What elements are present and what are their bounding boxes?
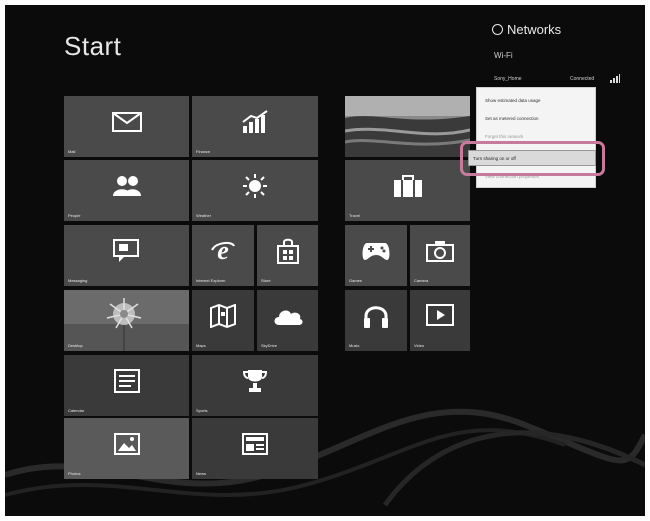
- tile-games[interactable]: Games: [345, 225, 407, 286]
- tile-desktop[interactable]: Desktop: [64, 290, 189, 351]
- tile-music[interactable]: Music: [345, 290, 407, 351]
- camera-icon: [426, 240, 454, 262]
- calendar-icon: [113, 368, 140, 393]
- tile-label: Internet Explorer: [196, 278, 226, 283]
- menu-item-show-data-usage[interactable]: Show estimated data usage: [485, 98, 541, 108]
- tile-photo-landscape[interactable]: [345, 96, 470, 157]
- cloud-icon: [274, 310, 303, 325]
- headphones-icon: [364, 305, 388, 328]
- menu-item-set-metered[interactable]: Set as metered connection: [485, 116, 539, 126]
- tile-sports[interactable]: Sports: [192, 355, 318, 416]
- video-icon: [426, 303, 454, 326]
- tile-news[interactable]: News: [192, 418, 318, 479]
- people-icon: [112, 175, 141, 196]
- signal-strength-icon: [610, 74, 620, 83]
- tile-video[interactable]: Video: [410, 290, 470, 351]
- tile-label: Desktop: [68, 343, 83, 348]
- menu-item-turn-sharing[interactable]: Turn sharing on or off: [468, 150, 596, 166]
- tile-label: Sports: [196, 408, 208, 413]
- connection-status: Connected: [570, 76, 595, 82]
- gamepad-icon: [362, 242, 390, 260]
- map-icon: [210, 303, 236, 328]
- store-bag-icon: [276, 238, 299, 264]
- photo-icon: [113, 432, 140, 455]
- messaging-icon: [112, 238, 139, 262]
- tile-label: Messaging: [68, 278, 88, 283]
- tile-skydrive[interactable]: SkyDrive: [257, 290, 318, 351]
- sun-icon: [243, 173, 267, 198]
- tile-travel[interactable]: Travel: [345, 160, 470, 221]
- desktop-wallpaper-image: [64, 290, 189, 351]
- page-title: Start: [64, 31, 122, 61]
- news-icon: [242, 432, 268, 455]
- back-arrow-icon[interactable]: [492, 24, 503, 35]
- network-name: Sony_Home: [494, 76, 522, 82]
- tile-internet-explorer[interactable]: e Internet Explorer: [192, 225, 254, 286]
- tile-label: Video: [414, 343, 425, 348]
- tile-label: News: [196, 471, 207, 476]
- tile-label: Photos: [68, 471, 81, 476]
- tile-label: Finance: [196, 149, 211, 154]
- tile-label: Maps: [196, 343, 206, 348]
- tile-label: Travel: [349, 213, 360, 218]
- tile-calendar[interactable]: Calendar: [64, 355, 189, 416]
- tile-label: People: [68, 213, 81, 218]
- highlight-ring: Turn sharing on or off: [460, 141, 605, 176]
- wifi-section-label: Wi-Fi: [494, 51, 513, 60]
- tile-label: Store: [261, 278, 271, 283]
- tile-messaging[interactable]: Messaging: [64, 225, 189, 286]
- tile-maps[interactable]: Maps: [192, 290, 254, 351]
- tile-label: SkyDrive: [261, 343, 278, 348]
- tile-finance[interactable]: Finance: [192, 96, 318, 157]
- networks-title: Networks: [507, 22, 562, 37]
- landscape-photo-image: [345, 96, 470, 157]
- tile-photos[interactable]: Photos: [64, 418, 189, 479]
- tile-label: Games: [349, 278, 362, 283]
- suitcase-icon: [393, 174, 422, 197]
- tile-label: Camera: [414, 278, 429, 283]
- tile-weather[interactable]: Weather: [192, 160, 318, 221]
- trophy-icon: [242, 369, 268, 392]
- network-item-sony-home[interactable]: Sony_Home Connected: [494, 74, 629, 84]
- networks-header: Networks: [492, 22, 561, 37]
- tile-label: Mail: [68, 149, 76, 154]
- start-screen: Start Mail Finance People Weather Messag…: [5, 5, 645, 516]
- mail-icon: [111, 111, 142, 132]
- tile-camera[interactable]: Camera: [410, 225, 470, 286]
- tile-store[interactable]: Store: [257, 225, 318, 286]
- tile-people[interactable]: People: [64, 160, 189, 221]
- tile-label: Music: [349, 343, 360, 348]
- tile-label: Calendar: [68, 408, 85, 413]
- chart-icon: [242, 109, 268, 133]
- internet-explorer-icon: e: [211, 238, 235, 264]
- tile-label: Weather: [196, 213, 212, 218]
- tile-mail[interactable]: Mail: [64, 96, 189, 157]
